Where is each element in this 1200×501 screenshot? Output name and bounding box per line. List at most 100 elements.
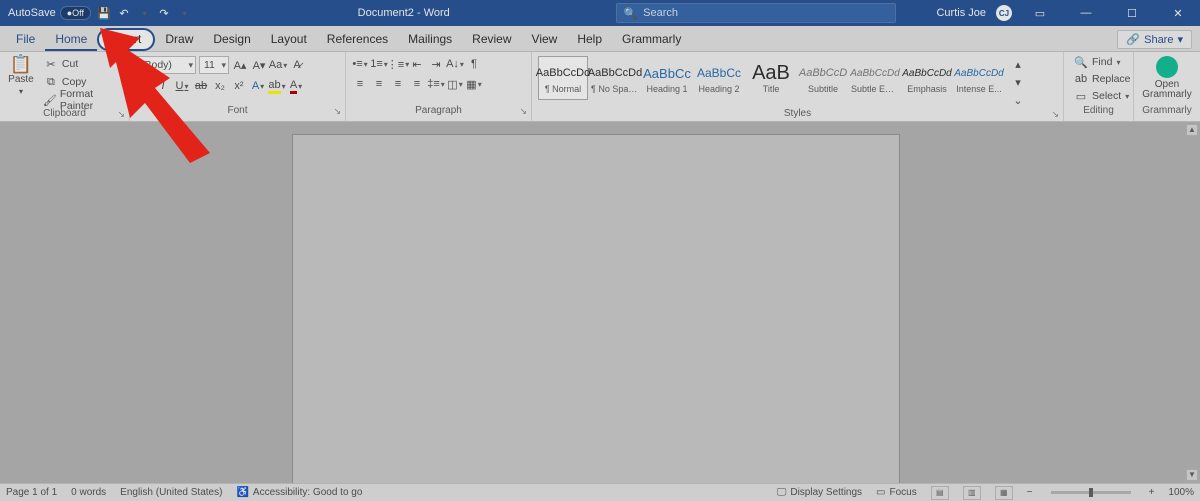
styles-scroll-up-icon[interactable]: ▴: [1010, 56, 1026, 72]
cut-button[interactable]: ✂Cut: [40, 56, 123, 72]
style-tile[interactable]: AaBbCcDdIntense E...: [954, 56, 1004, 100]
share-button[interactable]: 🔗 Share ▾: [1117, 30, 1192, 49]
save-icon[interactable]: 💾: [97, 6, 111, 20]
web-layout-icon[interactable]: ▦: [995, 486, 1013, 500]
print-layout-icon[interactable]: ▥: [963, 486, 981, 500]
display-settings-button[interactable]: 🖵Display Settings: [777, 487, 862, 498]
read-mode-icon[interactable]: ▤: [931, 486, 949, 500]
clipboard-launcher-icon[interactable]: ↘: [117, 109, 125, 120]
increase-indent-icon[interactable]: ⇥: [428, 56, 444, 72]
style-tile[interactable]: AaBbCcDdEmphasis: [902, 56, 952, 100]
undo-dropdown-icon[interactable]: [137, 6, 151, 20]
autosave-state: ● Off: [60, 6, 91, 20]
search-box[interactable]: 🔍 Search: [616, 3, 896, 23]
focus-button[interactable]: ▭Focus: [876, 487, 917, 498]
user-avatar[interactable]: CJ: [996, 5, 1012, 21]
style-tile[interactable]: AaBbCcHeading 1: [642, 56, 692, 100]
format-painter-button[interactable]: 🖌Format Painter: [40, 92, 123, 108]
redo-icon[interactable]: ↷: [157, 6, 171, 20]
style-tile[interactable]: AaBbCcDd¶ No Spac...: [590, 56, 640, 100]
line-spacing-icon[interactable]: ‡≡: [428, 76, 444, 92]
decrease-indent-icon[interactable]: ⇤: [409, 56, 425, 72]
change-case-icon[interactable]: Aa: [270, 57, 286, 73]
align-center-icon[interactable]: ≡: [371, 76, 387, 92]
scroll-up-icon[interactable]: ▲: [1186, 124, 1198, 136]
ribbon-display-options-icon[interactable]: ▭: [1022, 0, 1058, 26]
close-icon[interactable]: ✕: [1160, 0, 1196, 26]
style-tile[interactable]: AaBbCcDdSubtle Em...: [850, 56, 900, 100]
bullets-icon[interactable]: •≡: [352, 56, 368, 72]
highlight-icon[interactable]: ab: [269, 78, 285, 94]
tab-file[interactable]: File: [6, 28, 45, 51]
numbering-icon[interactable]: 1≡: [371, 56, 387, 72]
justify-icon[interactable]: ≡: [409, 76, 425, 92]
tab-grammarly[interactable]: Grammarly: [612, 28, 691, 51]
clear-formatting-icon[interactable]: A̷: [289, 57, 305, 73]
tab-layout[interactable]: Layout: [261, 28, 317, 51]
bold-icon[interactable]: B: [136, 78, 152, 94]
tab-references[interactable]: References: [317, 28, 398, 51]
replace-button[interactable]: abReplace: [1070, 71, 1134, 87]
subscript-icon[interactable]: x₂: [212, 78, 228, 94]
tab-review[interactable]: Review: [462, 28, 521, 51]
align-left-icon[interactable]: ≡: [352, 76, 368, 92]
status-page[interactable]: Page 1 of 1: [6, 487, 57, 498]
undo-icon[interactable]: ↶: [117, 6, 131, 20]
font-color-icon[interactable]: A: [288, 78, 304, 94]
tab-draw[interactable]: Draw: [155, 28, 203, 51]
show-marks-icon[interactable]: ¶: [466, 56, 482, 72]
maximize-icon[interactable]: ☐: [1114, 0, 1150, 26]
document-page[interactable]: [292, 134, 900, 483]
italic-icon[interactable]: I: [155, 78, 171, 94]
style-tile[interactable]: AaBbCcDd¶ Normal: [538, 56, 588, 100]
autosave-toggle[interactable]: AutoSave ● Off: [8, 6, 91, 20]
align-right-icon[interactable]: ≡: [390, 76, 406, 92]
style-tile[interactable]: AaBbCcDSubtitle: [798, 56, 848, 100]
find-button[interactable]: 🔍Find: [1070, 54, 1123, 70]
status-words[interactable]: 0 words: [71, 487, 106, 498]
styles-gallery[interactable]: AaBbCcDd¶ NormalAaBbCcDd¶ No Spac...AaBb…: [538, 56, 1004, 100]
styles-more-icon[interactable]: ⌄: [1010, 92, 1026, 108]
font-name-select[interactable]: (Body): [136, 56, 196, 74]
style-tile[interactable]: AaBbCcHeading 2: [694, 56, 744, 100]
tab-home[interactable]: Home: [45, 28, 97, 51]
tab-design[interactable]: Design: [203, 28, 260, 51]
document-title: Document2 - Word: [191, 7, 616, 19]
tab-mailings[interactable]: Mailings: [398, 28, 462, 51]
zoom-in-icon[interactable]: +: [1149, 487, 1155, 498]
font-launcher-icon[interactable]: ↘: [333, 106, 341, 117]
tab-help[interactable]: Help: [567, 28, 612, 51]
tab-view[interactable]: View: [522, 28, 568, 51]
shrink-font-icon[interactable]: A▾: [251, 57, 267, 73]
text-effects-icon[interactable]: A: [250, 78, 266, 94]
zoom-level[interactable]: 100%: [1168, 487, 1194, 498]
qat-customize-icon[interactable]: [177, 6, 191, 20]
zoom-out-icon[interactable]: −: [1027, 487, 1033, 498]
minimize-icon[interactable]: —: [1068, 0, 1104, 26]
paragraph-launcher-icon[interactable]: ↘: [519, 106, 527, 117]
style-tile[interactable]: AaBTitle: [746, 56, 796, 100]
borders-icon[interactable]: ▦: [466, 76, 482, 92]
grow-font-icon[interactable]: A▴: [232, 57, 248, 73]
strikethrough-icon[interactable]: ab: [193, 78, 209, 94]
shading-icon[interactable]: ◫: [447, 76, 463, 92]
zoom-slider[interactable]: [1051, 491, 1131, 494]
open-grammarly-button[interactable]: Open Grammarly: [1140, 56, 1194, 100]
paste-button[interactable]: 📋 Paste ▾: [6, 56, 36, 96]
select-button[interactable]: ▭Select: [1070, 88, 1132, 104]
styles-scroll-down-icon[interactable]: ▾: [1010, 74, 1026, 90]
document-canvas[interactable]: ▲ ▼: [0, 122, 1200, 483]
underline-icon[interactable]: U: [174, 78, 190, 94]
status-accessibility[interactable]: ♿Accessibility: Good to go: [236, 487, 362, 498]
styles-launcher-icon[interactable]: ↘: [1051, 109, 1059, 120]
tab-insert[interactable]: Insert: [97, 28, 155, 51]
title-bar: AutoSave ● Off 💾 ↶ ↷ Document2 - Word 🔍 …: [0, 0, 1200, 26]
sort-icon[interactable]: A↓: [447, 56, 463, 72]
status-language[interactable]: English (United States): [120, 487, 222, 498]
multilevel-list-icon[interactable]: ⋮≡: [390, 56, 406, 72]
scroll-down-icon[interactable]: ▼: [1186, 469, 1198, 481]
vertical-scrollbar[interactable]: ▲ ▼: [1186, 124, 1198, 481]
font-size-select[interactable]: 11: [199, 56, 229, 74]
group-font: (Body) 11 A▴ A▾ Aa A̷ B I U ab x₂ x² A a…: [130, 52, 346, 121]
superscript-icon[interactable]: x²: [231, 78, 247, 94]
